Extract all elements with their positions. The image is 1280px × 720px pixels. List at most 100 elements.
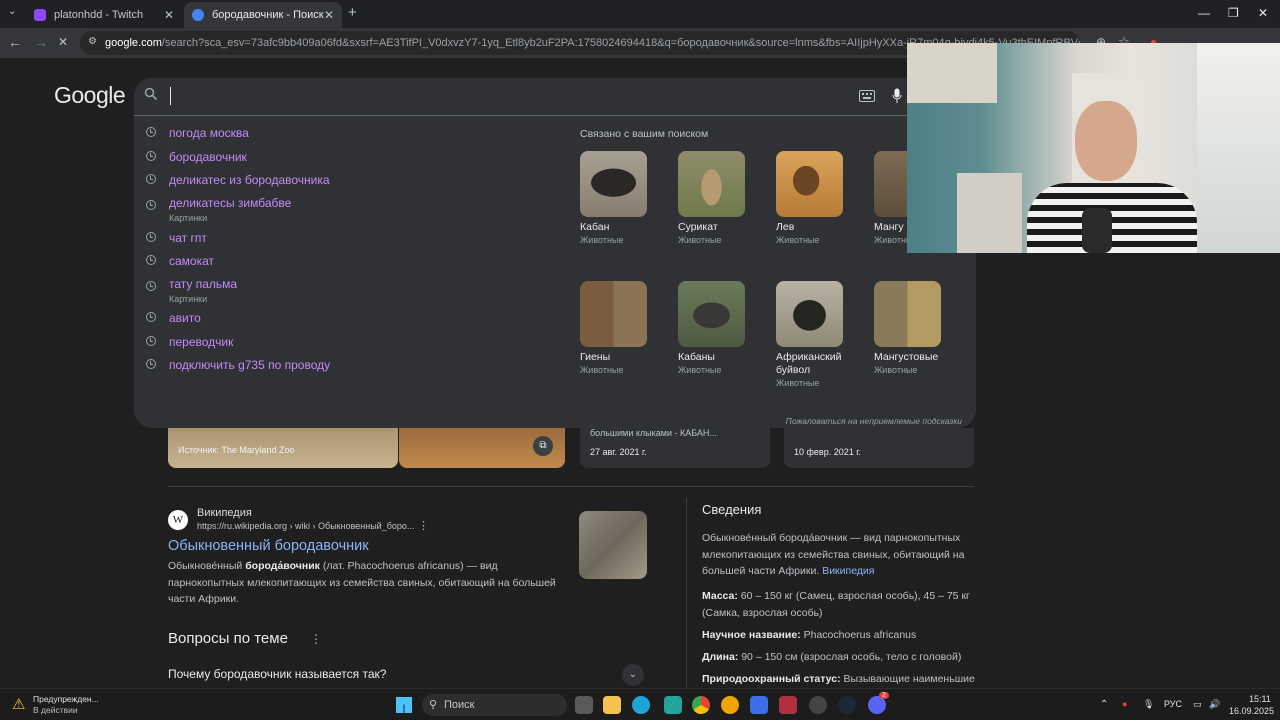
steam-icon[interactable] [838, 696, 856, 714]
site-info-icon[interactable]: ⚙ [88, 36, 97, 47]
google-icon [192, 9, 204, 21]
url-domain: google.com [105, 37, 162, 49]
tray-chevron-up-icon[interactable]: ⌃ [1100, 699, 1108, 710]
tab-twitch[interactable]: platonhdd - Twitch ✕ [26, 2, 182, 28]
google-logo[interactable]: Google [54, 82, 126, 109]
tab-search-icon[interactable]: ⌄ [8, 6, 16, 17]
suggestion-item[interactable]: переводчик [146, 333, 233, 351]
history-icon [146, 255, 156, 265]
article-tile[interactable]: 10 февр. 2021 г. [784, 428, 974, 468]
tray-app-icon[interactable]: ● [1122, 699, 1127, 709]
related-card-meerkat[interactable]: Сурикат Животные [678, 151, 748, 245]
related-card-boar[interactable]: Кабан Животные [580, 151, 650, 245]
hyenas-image [580, 281, 647, 347]
related-card-lion[interactable]: Лев Животные [776, 151, 846, 245]
related-card-buffalo[interactable]: Африканский буйвол Животные [776, 281, 846, 388]
suggestion-item[interactable]: деликатесы зимбабве Картинки [146, 194, 291, 223]
clock-date[interactable]: 16.09.2025 [1229, 706, 1274, 716]
file-explorer-icon[interactable] [603, 696, 621, 714]
image-search-icon[interactable]: ⧉ [533, 436, 553, 456]
maximize-button[interactable]: ❐ [1228, 6, 1239, 20]
search-box[interactable] [134, 78, 976, 115]
paa-question[interactable]: Почему бородавочник называется так? [168, 667, 386, 681]
windows-start-icon[interactable] [396, 697, 412, 713]
result-site-name[interactable]: Википедия [197, 507, 252, 519]
forward-button[interactable]: → [34, 34, 48, 50]
related-card-boars[interactable]: Кабаны Животные [678, 281, 748, 375]
back-button[interactable]: ← [8, 34, 22, 50]
kp-row-conservation-status: Природоохранный статус: Вызывающие наиме… [702, 673, 975, 685]
suggestion-item[interactable]: самокат [146, 252, 214, 270]
history-icon [146, 359, 156, 369]
windows-taskbar: ⚠ Предупрежден... В действии ⚲ Поиск 2 ⌃… [0, 688, 1280, 720]
text-caret [170, 87, 171, 105]
image-result-tile[interactable]: ⧉ [399, 428, 565, 468]
knowledge-panel-title: Сведения [702, 502, 762, 517]
kp-row-scientific-name: Научное название: Phacochoerus africanus [702, 629, 917, 641]
minimize-button[interactable]: — [1198, 6, 1210, 20]
tab-title: бородавочник - Поиск в Goog [212, 9, 324, 21]
more-options-icon[interactable]: ⋮ [310, 632, 322, 646]
result-snippet: Обыкнове́нный борода́вочник (лат. Phacoc… [168, 560, 556, 605]
report-suggestions-link[interactable]: Пожаловаться на неприемлемые подсказки [786, 416, 962, 426]
history-icon [146, 127, 156, 137]
related-searches-title: Связано с вашим поиском [580, 128, 709, 140]
clock-time[interactable]: 15:11 [1249, 694, 1271, 704]
microphone-icon[interactable] [892, 88, 902, 109]
suggestion-item[interactable]: тату пальма Картинки [146, 275, 237, 304]
more-options-icon[interactable]: ⋮ [418, 519, 429, 532]
app-icon[interactable] [664, 696, 682, 714]
history-icon [146, 312, 156, 322]
new-tab-button[interactable]: + [348, 4, 357, 21]
stop-loading-button[interactable]: ✕ [58, 35, 68, 49]
article-date: 27 авг. 2021 г. [590, 447, 647, 457]
notification-badge: 2 [879, 692, 889, 699]
related-card-hyenas[interactable]: Гиены Животные [580, 281, 650, 375]
task-view-icon[interactable] [575, 696, 593, 714]
search-icon [144, 87, 158, 106]
chevron-down-icon[interactable]: ⌄ [622, 664, 644, 686]
keyboard-icon[interactable] [859, 89, 875, 107]
chrome-icon[interactable] [692, 696, 710, 714]
suggestion-item[interactable]: авито [146, 309, 201, 327]
boars-image [678, 281, 745, 347]
warthog-thumbnail[interactable] [579, 511, 647, 579]
close-tab-icon[interactable]: ✕ [324, 8, 334, 22]
article-tile[interactable]: большими клыками - КАБАН... 27 авг. 2021… [580, 428, 770, 468]
suggestion-item[interactable]: чат гпт [146, 229, 207, 247]
app-icon[interactable] [721, 696, 739, 714]
history-icon [146, 151, 156, 161]
network-icon[interactable]: ▭ [1193, 699, 1202, 710]
history-icon [146, 336, 156, 346]
suggestion-item[interactable]: бородавочник [146, 148, 247, 166]
close-window-button[interactable]: ✕ [1258, 6, 1268, 20]
close-tab-icon[interactable]: ✕ [164, 8, 174, 22]
app-icon[interactable] [779, 696, 797, 714]
input-language[interactable]: РУС [1164, 699, 1182, 709]
taskbar-search-box[interactable]: ⚲ Поиск [422, 694, 567, 716]
obs-icon[interactable] [809, 696, 827, 714]
wikipedia-link[interactable]: Википедия [822, 565, 874, 577]
tab-title: platonhdd - Twitch [54, 9, 144, 21]
suggestion-item[interactable]: деликатес из бородавочника [146, 171, 330, 189]
people-also-ask-title: Вопросы по теме [168, 630, 288, 647]
twitch-icon [34, 9, 46, 21]
image-source-label: Источник: The Maryland Zoo [178, 445, 295, 455]
result-url[interactable]: https://ru.wikipedia.org › wiki › Обыкно… [197, 521, 414, 531]
suggestion-item[interactable]: погода москва [146, 124, 249, 142]
cabinet [907, 43, 997, 103]
stats-app-icon[interactable] [750, 696, 768, 714]
search-input[interactable] [170, 86, 810, 108]
volume-icon[interactable]: 🔊 [1209, 699, 1220, 710]
results-divider [168, 486, 974, 487]
tab-google-search[interactable]: бородавочник - Поиск в Goog ✕ [184, 2, 342, 28]
warning-title[interactable]: Предупрежден... [33, 694, 99, 704]
result-title-link[interactable]: Обыкновенный бородавочник [168, 538, 369, 554]
related-card-herpestidae[interactable]: Мангустовые Животные [874, 281, 944, 375]
image-result-tile[interactable]: Источник: The Maryland Zoo [168, 428, 398, 468]
edge-icon[interactable] [632, 696, 650, 714]
warning-icon[interactable]: ⚠ [12, 695, 25, 713]
tray-microphone-icon[interactable]: 🎙 [1143, 699, 1154, 710]
suggestion-item[interactable]: подключить g735 по проводу [146, 356, 330, 374]
person-head [1075, 101, 1137, 181]
